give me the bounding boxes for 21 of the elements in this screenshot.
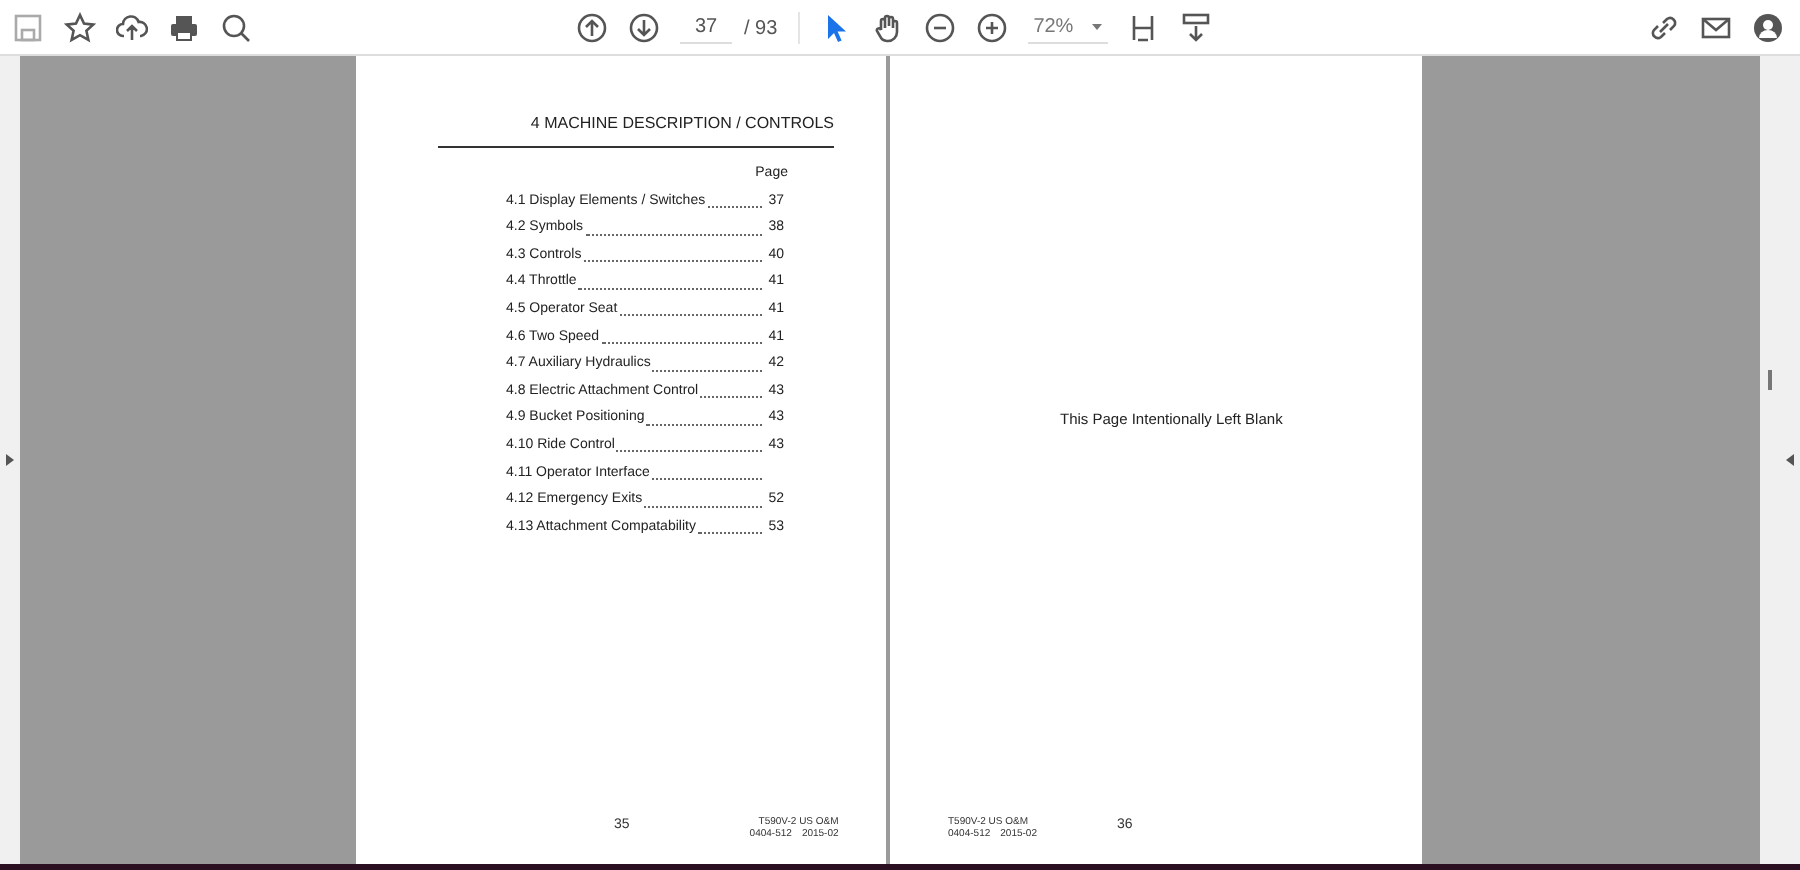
expand-left-icon[interactable] xyxy=(6,454,14,466)
zoom-in-icon[interactable] xyxy=(975,12,1008,44)
zoom-out-icon[interactable] xyxy=(923,12,956,44)
scroll-mode-icon[interactable] xyxy=(1179,12,1212,44)
mail-icon[interactable] xyxy=(1700,12,1732,44)
arrow-down-icon[interactable] xyxy=(628,12,660,44)
scrollbar-thumb[interactable] xyxy=(1768,370,1772,390)
collapse-right-icon[interactable] xyxy=(1786,454,1794,466)
link-icon[interactable] xyxy=(1648,12,1680,44)
caret-icon xyxy=(1091,24,1102,30)
cloud-upload-icon[interactable] xyxy=(116,11,148,43)
search-icon[interactable] xyxy=(220,11,252,43)
star-icon[interactable] xyxy=(64,11,96,43)
hand-icon[interactable] xyxy=(871,12,904,44)
section-heading: 4 MACHINE DESCRIPTION / CONTROLS xyxy=(530,114,834,132)
arrow-up-icon[interactable] xyxy=(576,12,608,44)
account-icon[interactable] xyxy=(1752,12,1784,44)
page-number-field[interactable]: 37 xyxy=(680,12,732,44)
page-total: / 93 xyxy=(744,15,778,43)
print-icon[interactable] xyxy=(168,11,200,43)
zoom-dropdown[interactable]: 72% xyxy=(1027,12,1108,44)
